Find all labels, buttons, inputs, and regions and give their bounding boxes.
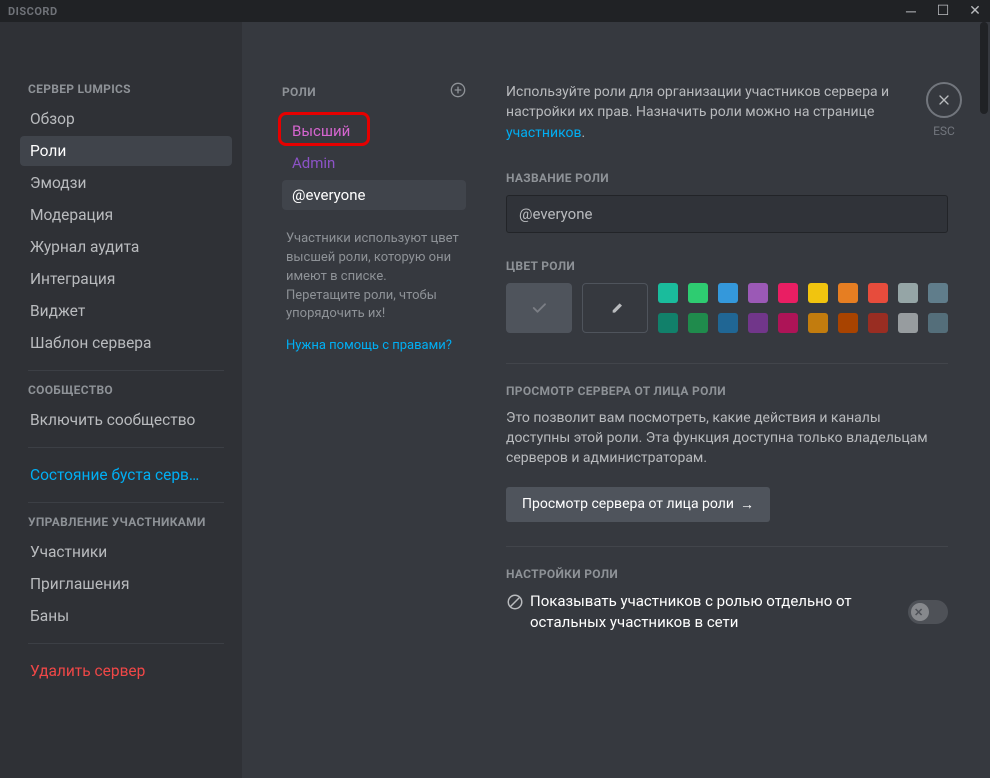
setting-text: Показывать участников с ролью отдельно о… bbox=[530, 591, 892, 633]
settings-sidebar: СЕРВЕР LUMPICS Обзор Роли Эмодзи Модерац… bbox=[0, 22, 242, 778]
color-swatch[interactable] bbox=[778, 313, 798, 333]
color-swatch[interactable] bbox=[868, 313, 888, 333]
color-swatch[interactable] bbox=[778, 283, 798, 303]
role-name-input[interactable] bbox=[506, 195, 948, 233]
sidebar-item-widget[interactable]: Виджет bbox=[20, 296, 232, 326]
app-logo: DISCORD bbox=[8, 5, 58, 18]
color-swatch[interactable] bbox=[898, 283, 918, 303]
sidebar-divider bbox=[28, 447, 224, 448]
color-swatch[interactable] bbox=[748, 313, 768, 333]
minimize-button[interactable]: ─ bbox=[904, 3, 918, 20]
view-as-role-button[interactable]: Просмотр сервера от лица роли → bbox=[506, 487, 770, 522]
sidebar-item-enable-community[interactable]: Включить сообщество bbox=[20, 405, 232, 435]
color-swatch[interactable] bbox=[748, 283, 768, 303]
preview-section-label: ПРОСМОТР СЕРВЕРА ОТ ЛИЦА РОЛИ bbox=[506, 384, 948, 398]
intro-suffix: . bbox=[581, 125, 585, 141]
window-controls: ─ ☐ ✕ bbox=[904, 3, 982, 20]
color-swatch[interactable] bbox=[928, 283, 948, 303]
sidebar-item-audit-log[interactable]: Журнал аудита bbox=[20, 232, 232, 262]
section-divider bbox=[506, 363, 948, 364]
close-settings-button[interactable] bbox=[926, 82, 962, 118]
section-divider bbox=[506, 546, 948, 547]
color-swatch-grid bbox=[658, 283, 948, 333]
color-default-swatch[interactable] bbox=[506, 283, 572, 333]
sidebar-item-bans[interactable]: Баны bbox=[20, 601, 232, 631]
close-area: ESC bbox=[926, 82, 962, 138]
role-settings-panel: Используйте роли для организации участни… bbox=[482, 82, 990, 758]
roles-intro-text: Используйте роли для организации участни… bbox=[506, 82, 948, 143]
color-swatch[interactable] bbox=[688, 283, 708, 303]
intro-prefix: Используйте роли для организации участни… bbox=[506, 84, 889, 120]
sidebar-community-header: СООБЩЕСТВО bbox=[20, 383, 232, 397]
add-role-button[interactable] bbox=[450, 82, 466, 102]
roles-hint-text: Участники используют цвет высшей роли, к… bbox=[282, 230, 466, 324]
sidebar-server-header: СЕРВЕР LUMPICS bbox=[20, 82, 232, 96]
preview-button-label: Просмотр сервера от лица роли bbox=[522, 496, 734, 512]
close-label: ESC bbox=[926, 124, 962, 138]
close-icon bbox=[936, 92, 952, 108]
color-swatch[interactable] bbox=[838, 313, 858, 333]
sidebar-item-delete-server[interactable]: Удалить сервер bbox=[20, 656, 232, 686]
color-swatch[interactable] bbox=[658, 313, 678, 333]
plus-circle-icon bbox=[450, 82, 466, 98]
role-item-vysshiy[interactable]: Высший bbox=[282, 116, 466, 146]
color-swatch[interactable] bbox=[808, 313, 828, 333]
eyedropper-icon bbox=[608, 301, 622, 315]
color-swatch[interactable] bbox=[688, 313, 708, 333]
scrollbar-thumb[interactable] bbox=[980, 22, 988, 114]
titlebar: DISCORD ─ ☐ ✕ bbox=[0, 0, 990, 22]
roles-help-link[interactable]: Нужна помощь с правами? bbox=[282, 338, 466, 353]
sidebar-item-template[interactable]: Шаблон сервера bbox=[20, 328, 232, 358]
role-name-label: НАЗВАНИЕ РОЛИ bbox=[506, 171, 948, 185]
role-item-admin[interactable]: Admin bbox=[282, 148, 466, 178]
color-swatch[interactable] bbox=[718, 313, 738, 333]
sidebar-item-moderation[interactable]: Модерация bbox=[20, 200, 232, 230]
color-swatch[interactable] bbox=[808, 283, 828, 303]
roles-list-column: РОЛИ Высший Admin @everyone Участники ис… bbox=[282, 82, 482, 758]
close-window-button[interactable]: ✕ bbox=[968, 3, 982, 20]
preview-description: Это позволит вам посмотреть, какие дейст… bbox=[506, 408, 948, 469]
color-swatch[interactable] bbox=[928, 313, 948, 333]
sidebar-item-invites[interactable]: Приглашения bbox=[20, 569, 232, 599]
role-settings-label: НАСТРОЙКИ РОЛИ bbox=[506, 567, 948, 581]
sidebar-management-header: УПРАВЛЕНИЕ УЧАСТНИКАМИ bbox=[20, 515, 232, 529]
sidebar-item-overview[interactable]: Обзор bbox=[20, 104, 232, 134]
arrow-right-icon: → bbox=[740, 496, 754, 513]
sidebar-item-emoji[interactable]: Эмодзи bbox=[20, 168, 232, 198]
sidebar-item-boost-status[interactable]: Состояние буста серв… bbox=[20, 460, 232, 490]
display-separately-setting: Показывать участников с ролью отдельно о… bbox=[506, 591, 948, 633]
scrollbar-track[interactable] bbox=[980, 22, 988, 778]
color-swatch[interactable] bbox=[718, 283, 738, 303]
sidebar-divider bbox=[28, 370, 224, 371]
color-swatch[interactable] bbox=[868, 283, 888, 303]
sidebar-item-integrations[interactable]: Интеграция bbox=[20, 264, 232, 294]
sidebar-item-members[interactable]: Участники bbox=[20, 537, 232, 567]
sidebar-item-roles[interactable]: Роли bbox=[20, 136, 232, 166]
members-link[interactable]: участников bbox=[506, 125, 581, 141]
color-swatch[interactable] bbox=[658, 283, 678, 303]
role-color-label: ЦВЕТ РОЛИ bbox=[506, 259, 948, 273]
role-item-everyone[interactable]: @everyone bbox=[282, 180, 466, 210]
color-swatch[interactable] bbox=[898, 313, 918, 333]
display-separately-toggle[interactable]: ✕ bbox=[908, 600, 948, 624]
maximize-button[interactable]: ☐ bbox=[936, 3, 950, 20]
checkmark-icon bbox=[530, 299, 548, 317]
block-icon bbox=[506, 593, 524, 611]
setting-label: Показывать участников с ролью отдельно о… bbox=[506, 591, 892, 633]
color-custom-picker[interactable] bbox=[582, 283, 648, 333]
roles-header: РОЛИ bbox=[282, 85, 316, 99]
color-swatch[interactable] bbox=[838, 283, 858, 303]
sidebar-divider bbox=[28, 643, 224, 644]
sidebar-divider bbox=[28, 502, 224, 503]
